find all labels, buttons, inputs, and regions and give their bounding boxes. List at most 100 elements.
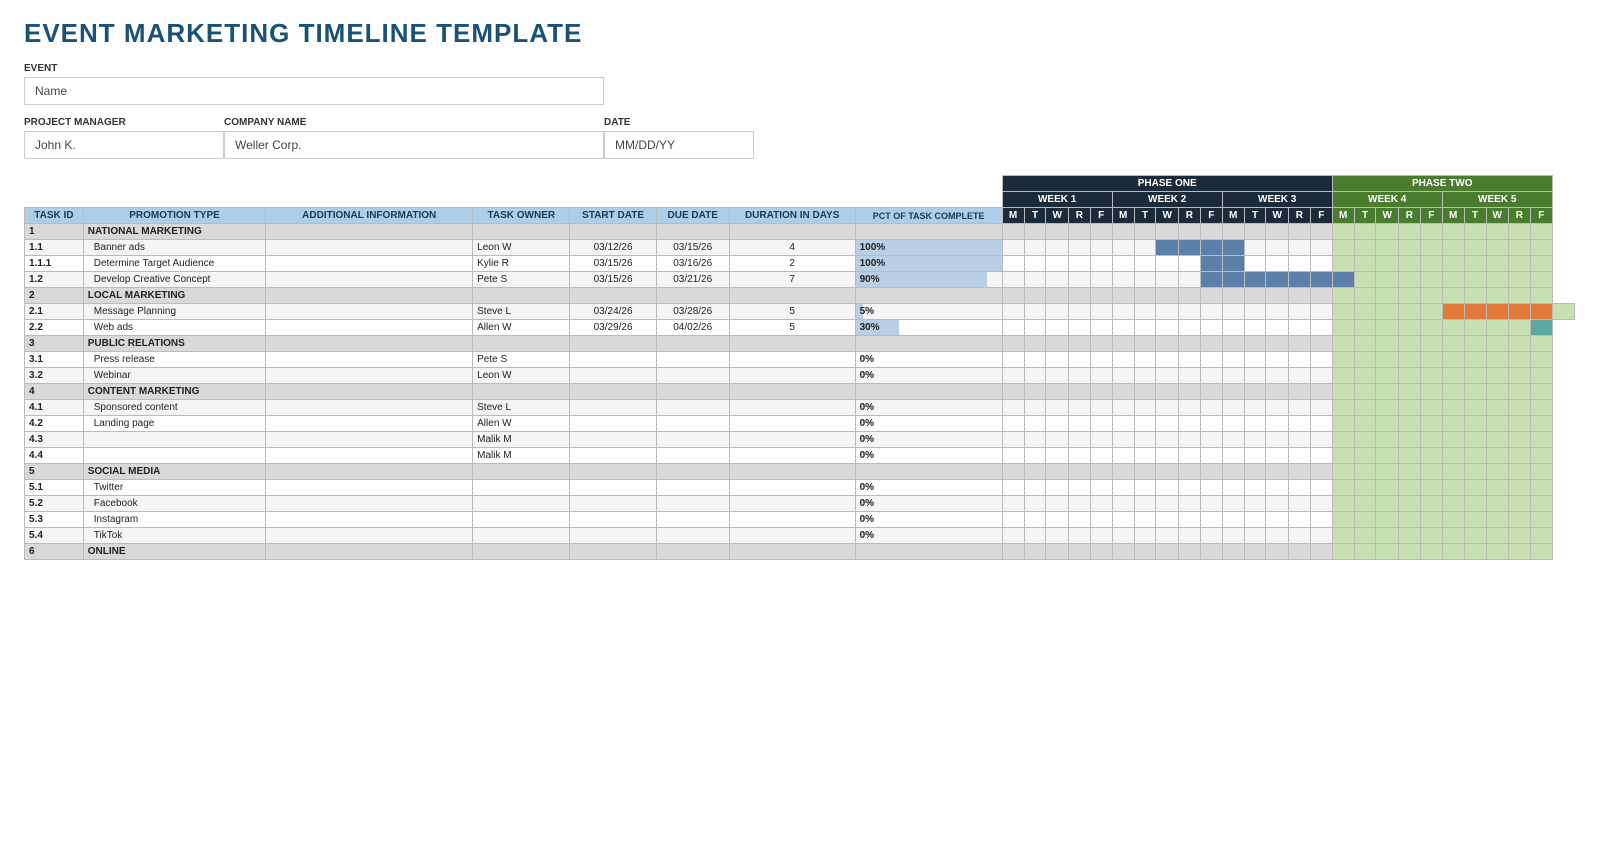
gantt-cell[interactable] xyxy=(1244,496,1266,512)
gantt-cell[interactable] xyxy=(1530,496,1552,512)
gantt-cell[interactable] xyxy=(1464,224,1486,240)
cell-additional-info[interactable] xyxy=(266,480,473,496)
cell-duration[interactable] xyxy=(729,400,855,416)
gantt-cell[interactable] xyxy=(1508,512,1530,528)
gantt-cell[interactable] xyxy=(1068,544,1090,560)
gantt-cell[interactable] xyxy=(1420,384,1442,400)
gantt-cell[interactable] xyxy=(1178,544,1200,560)
cell-duration[interactable] xyxy=(729,480,855,496)
gantt-cell[interactable] xyxy=(1398,528,1420,544)
gantt-cell[interactable] xyxy=(1090,432,1112,448)
gantt-cell[interactable] xyxy=(1090,288,1112,304)
gantt-cell[interactable] xyxy=(1266,384,1288,400)
gantt-cell[interactable] xyxy=(1178,512,1200,528)
gantt-cell[interactable] xyxy=(1398,384,1420,400)
cell-task-owner[interactable]: Kylie R xyxy=(473,256,570,272)
cell-task-id[interactable]: 5.4 xyxy=(25,528,84,544)
gantt-cell[interactable] xyxy=(1420,240,1442,256)
gantt-cell[interactable] xyxy=(1376,224,1398,240)
gantt-cell[interactable] xyxy=(1178,496,1200,512)
cell-task-owner[interactable]: Pete S xyxy=(473,352,570,368)
cell-additional-info[interactable] xyxy=(266,544,473,560)
date-value[interactable]: MM/DD/YY xyxy=(604,131,754,159)
gantt-cell[interactable] xyxy=(1156,336,1178,352)
gantt-cell[interactable] xyxy=(1376,336,1398,352)
gantt-cell[interactable] xyxy=(1420,464,1442,480)
gantt-cell[interactable] xyxy=(1222,512,1244,528)
gantt-cell[interactable] xyxy=(1508,400,1530,416)
cell-pct-complete[interactable]: 0% xyxy=(855,496,1002,512)
gantt-cell[interactable] xyxy=(1002,544,1024,560)
gantt-cell[interactable] xyxy=(1442,304,1464,320)
gantt-cell[interactable] xyxy=(1112,320,1134,336)
cell-task-owner[interactable]: Steve L xyxy=(473,304,570,320)
gantt-cell[interactable] xyxy=(1530,464,1552,480)
gantt-cell[interactable] xyxy=(1530,320,1552,336)
gantt-cell[interactable] xyxy=(1508,480,1530,496)
cell-promotion-type[interactable]: Develop Creative Concept xyxy=(83,272,266,288)
gantt-cell[interactable] xyxy=(1134,400,1156,416)
gantt-cell[interactable] xyxy=(1464,272,1486,288)
gantt-cell[interactable] xyxy=(1354,544,1376,560)
gantt-cell[interactable] xyxy=(1420,288,1442,304)
cell-promotion-type[interactable] xyxy=(83,448,266,464)
gantt-cell[interactable] xyxy=(1090,320,1112,336)
gantt-cell[interactable] xyxy=(1420,256,1442,272)
gantt-cell[interactable] xyxy=(1002,224,1024,240)
gantt-cell[interactable] xyxy=(1002,240,1024,256)
cell-task-owner[interactable] xyxy=(473,496,570,512)
gantt-cell[interactable] xyxy=(1024,512,1046,528)
gantt-cell[interactable] xyxy=(1178,224,1200,240)
gantt-cell[interactable] xyxy=(1222,480,1244,496)
gantt-cell[interactable] xyxy=(1508,256,1530,272)
gantt-cell[interactable] xyxy=(1442,512,1464,528)
gantt-cell[interactable] xyxy=(1354,320,1376,336)
gantt-cell[interactable] xyxy=(1112,368,1134,384)
cell-pct-complete[interactable]: 0% xyxy=(855,352,1002,368)
gantt-cell[interactable] xyxy=(1530,416,1552,432)
cell-task-id[interactable]: 1.2 xyxy=(25,272,84,288)
gantt-cell[interactable] xyxy=(1068,528,1090,544)
gantt-cell[interactable] xyxy=(1244,336,1266,352)
cell-start-date[interactable] xyxy=(570,464,656,480)
gantt-cell[interactable] xyxy=(1486,400,1508,416)
gantt-cell[interactable] xyxy=(1332,432,1354,448)
gantt-cell[interactable] xyxy=(1442,320,1464,336)
gantt-cell[interactable] xyxy=(1464,256,1486,272)
gantt-cell[interactable] xyxy=(1068,384,1090,400)
gantt-cell[interactable] xyxy=(1222,288,1244,304)
gantt-cell[interactable] xyxy=(1530,224,1552,240)
cell-due-date[interactable] xyxy=(656,432,729,448)
cell-task-owner[interactable]: Malik M xyxy=(473,448,570,464)
gantt-cell[interactable] xyxy=(1178,320,1200,336)
cell-promotion-type[interactable]: Twitter xyxy=(83,480,266,496)
gantt-cell[interactable] xyxy=(1222,384,1244,400)
gantt-cell[interactable] xyxy=(1464,496,1486,512)
gantt-cell[interactable] xyxy=(1068,368,1090,384)
gantt-cell[interactable] xyxy=(1200,272,1222,288)
gantt-cell[interactable] xyxy=(1002,336,1024,352)
gantt-cell[interactable] xyxy=(1112,416,1134,432)
cell-start-date[interactable] xyxy=(570,432,656,448)
gantt-cell[interactable] xyxy=(1486,320,1508,336)
gantt-cell[interactable] xyxy=(1288,272,1310,288)
gantt-cell[interactable] xyxy=(1310,368,1332,384)
gantt-cell[interactable] xyxy=(1420,400,1442,416)
cell-additional-info[interactable] xyxy=(266,352,473,368)
gantt-cell[interactable] xyxy=(1398,336,1420,352)
gantt-cell[interactable] xyxy=(1156,384,1178,400)
gantt-cell[interactable] xyxy=(1310,464,1332,480)
gantt-cell[interactable] xyxy=(1024,544,1046,560)
gantt-cell[interactable] xyxy=(1442,464,1464,480)
gantt-cell[interactable] xyxy=(1398,512,1420,528)
gantt-cell[interactable] xyxy=(1442,256,1464,272)
gantt-cell[interactable] xyxy=(1112,512,1134,528)
gantt-cell[interactable] xyxy=(1068,416,1090,432)
gantt-cell[interactable] xyxy=(1354,352,1376,368)
gantt-cell[interactable] xyxy=(1376,304,1398,320)
cell-task-id[interactable]: 3 xyxy=(25,336,84,352)
gantt-cell[interactable] xyxy=(1420,528,1442,544)
gantt-cell[interactable] xyxy=(1266,528,1288,544)
gantt-cell[interactable] xyxy=(1156,432,1178,448)
gantt-cell[interactable] xyxy=(1442,352,1464,368)
